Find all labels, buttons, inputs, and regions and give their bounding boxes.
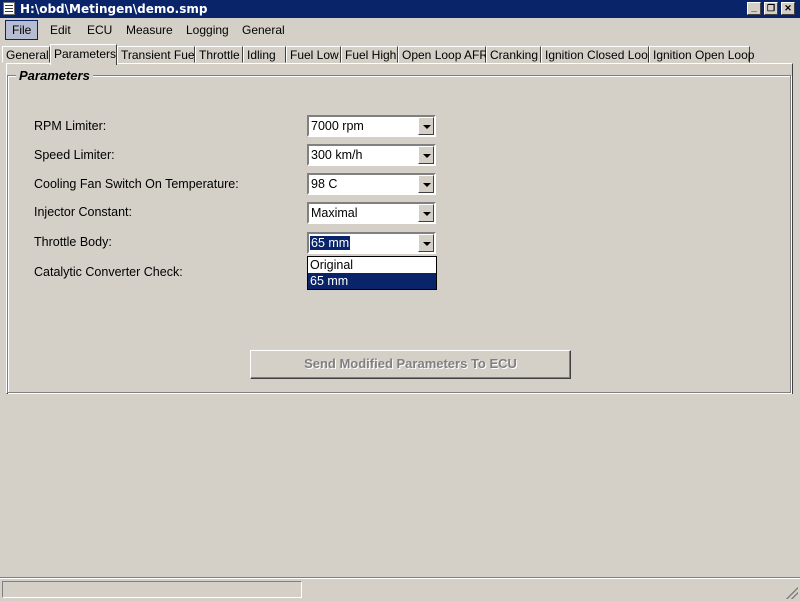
- dropdown-option-original[interactable]: Original: [308, 257, 436, 273]
- minimize-icon[interactable]: _: [747, 2, 761, 15]
- throttle-body-dropdown: Original 65 mm: [307, 256, 437, 290]
- tab-fuel-high[interactable]: Fuel High: [341, 46, 398, 63]
- menu-ecu[interactable]: ECU: [81, 22, 118, 38]
- injector-constant-value: Maximal: [311, 206, 358, 220]
- tab-fuel-low[interactable]: Fuel Low: [286, 46, 341, 63]
- group-title: Parameters: [16, 68, 93, 83]
- menu-bar: File Edit ECU Measure Logging General: [0, 19, 800, 41]
- maximize-icon[interactable]: ❐: [764, 2, 778, 15]
- cooling-fan-label: Cooling Fan Switch On Temperature:: [34, 177, 239, 191]
- dropdown-option-65mm[interactable]: 65 mm: [308, 273, 436, 289]
- tab-general[interactable]: General: [2, 46, 50, 63]
- chevron-down-icon[interactable]: [418, 234, 434, 252]
- tab-ignition-open-loop[interactable]: Ignition Open Loop: [649, 46, 754, 63]
- speed-limiter-combo[interactable]: 300 km/h: [307, 144, 436, 166]
- tab-cranking[interactable]: Cranking: [486, 46, 541, 63]
- throttle-body-value: 65 mm: [310, 236, 351, 250]
- menu-logging[interactable]: Logging: [180, 22, 235, 38]
- tab-strip: General Parameters Transient Fuel Thrott…: [0, 44, 800, 65]
- menu-file[interactable]: File: [5, 20, 39, 40]
- speed-limiter-value: 300 km/h: [311, 148, 363, 162]
- throttle-body-label: Throttle Body:: [34, 235, 112, 249]
- chevron-down-icon[interactable]: [418, 204, 434, 222]
- catalytic-converter-label: Catalytic Converter Check:: [34, 265, 183, 279]
- tab-open-loop-afr[interactable]: Open Loop AFR: [398, 46, 488, 63]
- speed-limiter-label: Speed Limiter:: [34, 148, 115, 162]
- window-title: H:\obd\Metingen\demo.smp: [20, 2, 208, 16]
- chevron-down-icon[interactable]: [418, 175, 434, 193]
- throttle-body-combo[interactable]: 65 mm: [307, 232, 436, 254]
- status-bar: [0, 577, 800, 601]
- injector-constant-label: Injector Constant:: [34, 205, 132, 219]
- injector-constant-combo[interactable]: Maximal: [307, 202, 436, 224]
- chevron-down-icon[interactable]: [418, 117, 434, 135]
- close-icon[interactable]: ✕: [781, 2, 795, 15]
- tab-throttle[interactable]: Throttle: [195, 46, 243, 63]
- chevron-down-icon[interactable]: [418, 146, 434, 164]
- cooling-fan-value: 98 C: [311, 177, 338, 191]
- rpm-limiter-label: RPM Limiter:: [34, 119, 107, 133]
- rpm-limiter-value: 7000 rpm: [311, 119, 364, 133]
- tab-parameters[interactable]: Parameters: [50, 44, 117, 65]
- cooling-fan-combo[interactable]: 98 C: [307, 173, 436, 195]
- rpm-limiter-combo[interactable]: 7000 rpm: [307, 115, 436, 137]
- tab-transient-fuel[interactable]: Transient Fuel: [117, 46, 197, 63]
- tab-idling[interactable]: Idling: [243, 46, 286, 63]
- title-bar[interactable]: H:\obd\Metingen\demo.smp _ ❐ ✕: [0, 0, 800, 18]
- send-parameters-button[interactable]: Send Modified Parameters To ECU: [250, 350, 571, 379]
- tab-ignition-closed-loop[interactable]: Ignition Closed Loop: [541, 46, 654, 63]
- resize-grip-icon[interactable]: [786, 587, 798, 599]
- app-icon: [3, 2, 15, 15]
- status-panel: [2, 581, 302, 598]
- menu-general[interactable]: General: [236, 22, 291, 38]
- menu-edit[interactable]: Edit: [44, 22, 77, 38]
- menu-measure[interactable]: Measure: [120, 22, 179, 38]
